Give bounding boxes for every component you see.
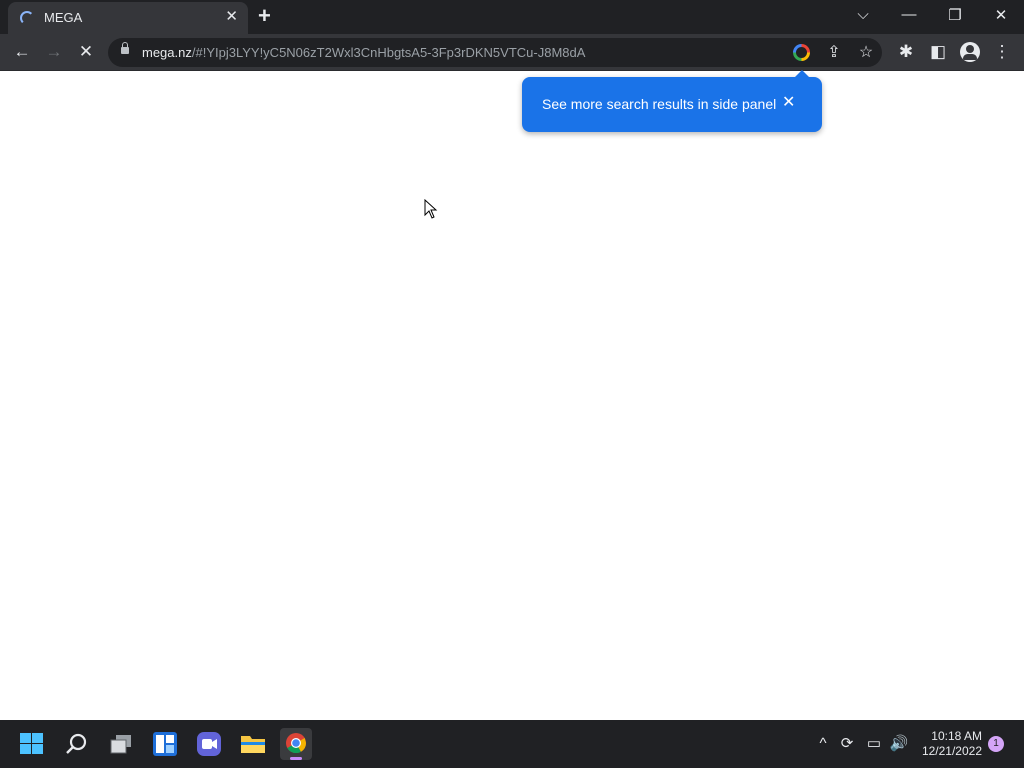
address-bar[interactable]: mega.nz/#!YIpj3LYY!yC5N06zT2Wxl3CnHbgtsA… xyxy=(108,38,882,67)
bubble-text: See more search results in side panel xyxy=(542,96,777,112)
side-panel-promo-bubble: See more search results in side panel ✕ xyxy=(522,70,822,132)
sync-icon[interactable]: ⟳ xyxy=(837,734,857,754)
tab-close-icon[interactable]: ✕ xyxy=(225,9,238,25)
url-path: /#!YIpj3LYY!yC5N06zT2Wxl3CnHbgtsA5-3Fp3r… xyxy=(191,45,586,60)
chrome-icon xyxy=(285,732,307,754)
chrome-menu-icon[interactable]: ⋮ xyxy=(990,41,1014,63)
stop-loading-button[interactable]: ✕ xyxy=(74,41,98,63)
forward-button[interactable]: → xyxy=(42,41,66,63)
tab-strip: MEGA ✕ + ⌵ — ❐ ✕ xyxy=(0,0,1024,34)
share-icon[interactable]: ⇪ xyxy=(823,42,845,62)
minimize-button[interactable]: — xyxy=(897,6,921,23)
bookmark-star-icon[interactable]: ☆ xyxy=(855,42,877,62)
network-icon[interactable]: ▭ xyxy=(864,734,884,754)
start-icon[interactable] xyxy=(20,733,44,755)
teams-chat-icon[interactable] xyxy=(196,731,222,757)
chrome-taskbar-button[interactable] xyxy=(280,728,312,760)
google-lens-icon[interactable] xyxy=(793,44,810,61)
mouse-cursor-icon xyxy=(424,198,438,224)
notification-badge[interactable]: 1 xyxy=(988,736,1004,752)
active-app-indicator xyxy=(290,757,302,760)
url-host: mega.nz xyxy=(142,45,192,60)
tab-search-button[interactable]: ⌵ xyxy=(851,6,875,23)
task-view-icon[interactable] xyxy=(108,732,134,756)
browser-toolbar: ← → ✕ mega.nz/#!YIpj3LYY!yC5N06zT2Wxl3Cn… xyxy=(0,34,1024,71)
side-panel-icon[interactable]: ◧ xyxy=(926,41,950,63)
widgets-icon[interactable] xyxy=(152,731,178,757)
windows-taskbar: ^ ⟳ ▭ 🔊 10:18 AM 12/21/2022 xyxy=(0,720,1024,768)
tray-overflow-icon[interactable]: ^ xyxy=(813,734,833,754)
tab-title: MEGA xyxy=(44,10,83,25)
lock-icon[interactable] xyxy=(121,42,129,56)
system-clock[interactable]: 10:18 AM 12/21/2022 xyxy=(912,729,982,759)
close-window-button[interactable]: ✕ xyxy=(989,6,1013,24)
clock-date: 12/21/2022 xyxy=(921,744,982,758)
volume-icon[interactable]: 🔊 xyxy=(889,734,909,754)
file-explorer-icon[interactable] xyxy=(240,732,266,756)
extensions-icon[interactable]: ✱ xyxy=(894,41,918,63)
tab-mega[interactable]: MEGA ✕ xyxy=(8,2,248,34)
bubble-close-button[interactable]: ✕ xyxy=(782,94,795,112)
profile-avatar-icon[interactable] xyxy=(960,42,980,62)
clock-time: 10:18 AM xyxy=(931,729,982,743)
page-content xyxy=(0,71,1024,720)
loading-spinner-icon xyxy=(20,11,34,25)
new-tab-button[interactable]: + xyxy=(258,5,271,27)
url-text[interactable]: mega.nz/#!YIpj3LYY!yC5N06zT2Wxl3CnHbgtsA… xyxy=(142,45,585,60)
search-icon[interactable] xyxy=(65,732,89,756)
restore-button[interactable]: ❐ xyxy=(943,6,967,24)
back-button[interactable]: ← xyxy=(10,41,34,63)
